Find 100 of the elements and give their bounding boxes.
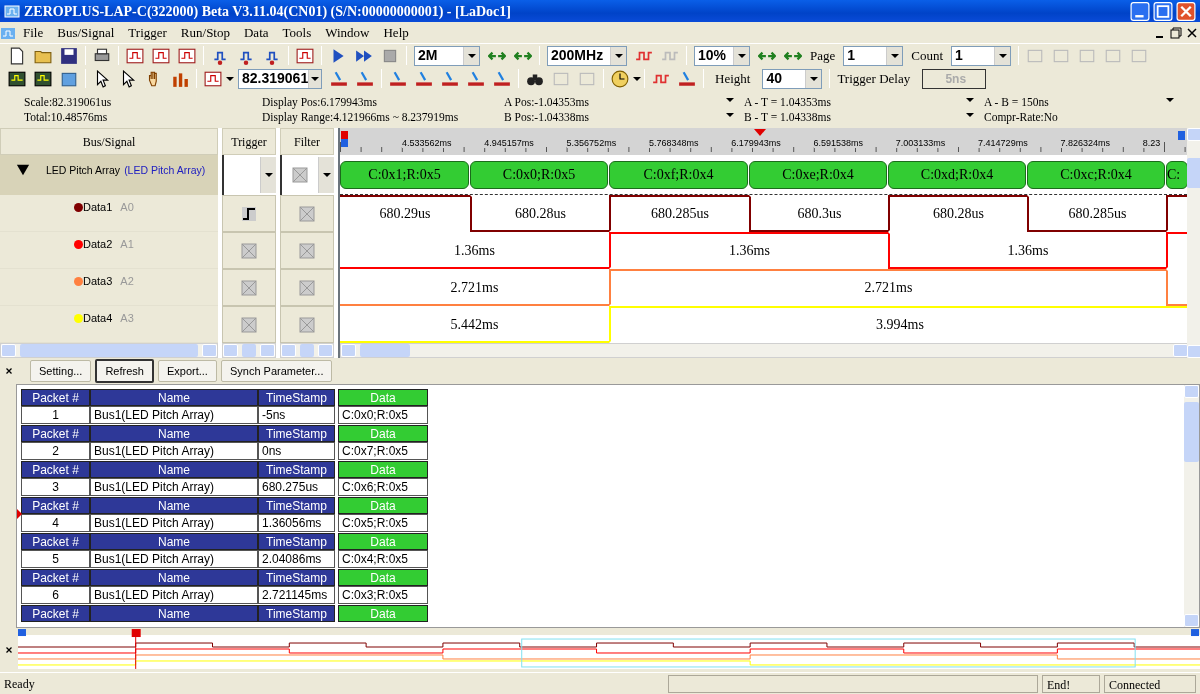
signal-segment: 680.3us xyxy=(749,195,888,232)
signal-name: Data1 xyxy=(83,200,113,215)
status-panel: End! xyxy=(1042,674,1100,693)
column-header: Packet # xyxy=(21,569,90,586)
signal-segment: 1.36ms xyxy=(888,232,1166,269)
table-cell: 3 xyxy=(21,478,90,496)
column-header: Bus/Signal xyxy=(0,128,218,155)
column-header: Name xyxy=(90,605,258,622)
signal-segment: 680.29us xyxy=(340,195,470,232)
column-header: Name xyxy=(90,533,258,550)
status-panel: Connected xyxy=(1104,674,1196,693)
scale-dropdown[interactable]: 82.319061 xyxy=(238,68,322,89)
bus-value-segment: C:0xd;R:0x4 xyxy=(888,160,1026,189)
column-header: TimeStamp xyxy=(258,533,335,550)
menu-item[interactable]: Tools xyxy=(275,21,319,44)
height-dropdown[interactable]: 40 xyxy=(762,68,823,89)
channel-label: A2 xyxy=(120,274,134,289)
page-label: Page xyxy=(810,46,836,65)
table-cell: 1 xyxy=(21,406,90,424)
table-cell: Bus1(LED Pitch Array) xyxy=(90,514,258,532)
tick-label: 5.768348ms xyxy=(648,138,699,148)
info-text: A Pos:-1.04353ms xyxy=(504,95,589,109)
menu-item[interactable]: Window xyxy=(318,21,377,44)
page-dropdown[interactable]: 1 xyxy=(843,45,904,66)
bus-alias: (LED Pitch Array) xyxy=(124,163,206,178)
column-header: Name xyxy=(90,497,258,514)
menu-item[interactable]: Data xyxy=(236,21,276,44)
bus-value-segment: C:0xe;R:0x4 xyxy=(749,160,887,189)
column-header: Name xyxy=(90,425,258,442)
channel-label: A1 xyxy=(120,237,134,252)
menu-item[interactable]: Bus/Signal xyxy=(50,21,122,44)
column-header: TimeStamp xyxy=(258,461,335,478)
table-cell: Bus1(LED Pitch Array) xyxy=(90,406,258,424)
signal-segment: 680.285us xyxy=(1027,195,1166,232)
column-header: TimeStamp xyxy=(258,425,335,442)
bus-value-segment: C: xyxy=(1166,160,1188,189)
menu-item[interactable]: File xyxy=(16,21,51,44)
info-text: B Pos:-1.04338ms xyxy=(504,110,589,124)
signal-segment: 1.36ms xyxy=(340,232,609,269)
column-header: Packet # xyxy=(21,497,90,514)
table-cell: C:0x4;R:0x5 xyxy=(338,550,428,568)
tick-label: 7.826324ms xyxy=(1060,138,1110,148)
signal-segment: 680.285us xyxy=(609,195,749,232)
bus-value-segment: C:0xc;R:0x4 xyxy=(1027,160,1165,189)
bus-value-segment: C:0x1;R:0x5 xyxy=(340,160,469,189)
count-label: Count xyxy=(911,46,944,65)
column-header: Packet # xyxy=(21,461,90,478)
column-header: Data xyxy=(338,569,428,586)
column-header: TimeStamp xyxy=(258,497,335,514)
column-header: Data xyxy=(338,425,428,442)
count-dropdown[interactable]: 1 xyxy=(951,45,1012,66)
column-header: Data xyxy=(338,533,428,550)
toolbar-button[interactable]: Export... xyxy=(157,359,217,383)
tick-label: 8.23 xyxy=(1142,138,1161,148)
info-text: Display Pos:6.179943ms xyxy=(262,95,377,109)
tick-label: 4.945157ms xyxy=(484,138,534,148)
tick-label: 7.003133ms xyxy=(895,138,946,148)
table-cell: C:0x6;R:0x5 xyxy=(338,478,428,496)
toolbar-button[interactable]: Refresh xyxy=(95,358,154,384)
status-text: Ready xyxy=(4,675,36,693)
info-text: Display Range:4.121966ms ~ 8.237919ms xyxy=(262,110,459,124)
column-header: TimeStamp xyxy=(258,569,335,586)
table-cell: C:0x7;R:0x5 xyxy=(338,442,428,460)
zoom-dropdown[interactable]: 10% xyxy=(694,45,750,66)
column-header: Packet # xyxy=(21,425,90,442)
tick-label: 5.356752ms xyxy=(566,138,617,148)
signal-segment: 1.36ms xyxy=(609,232,888,269)
signal-segment: 680.28us xyxy=(888,195,1027,232)
menu-item[interactable]: Run/Stop xyxy=(173,21,237,44)
table-cell: 2.04086ms xyxy=(258,550,335,568)
trigger-delay-label: Trigger Delay xyxy=(837,69,911,88)
bus-value-segment: C:0x0;R:0x5 xyxy=(470,160,608,189)
sample-rate-dropdown[interactable]: 200MHz xyxy=(547,45,627,66)
menu-item[interactable]: Help xyxy=(376,21,416,44)
column-header: Data xyxy=(338,461,428,478)
info-text: Compr-Rate:No xyxy=(984,110,1058,124)
table-cell: 1.36056ms xyxy=(258,514,335,532)
table-cell: Bus1(LED Pitch Array) xyxy=(90,586,258,604)
height-label: Height xyxy=(715,69,751,88)
column-header: Name xyxy=(90,461,258,478)
memory-depth-dropdown[interactable]: 2M xyxy=(414,45,480,66)
column-header: TimeStamp xyxy=(258,605,335,622)
table-cell: C:0x5;R:0x5 xyxy=(338,514,428,532)
signal-name: Data3 xyxy=(83,274,113,289)
table-cell: 0ns xyxy=(258,442,335,460)
table-cell: -5ns xyxy=(258,406,335,424)
info-text: Total:10.48576ms xyxy=(24,110,108,124)
table-cell: C:0x0;R:0x5 xyxy=(338,406,428,424)
column-header: Data xyxy=(338,605,428,622)
menu-item[interactable]: Trigger xyxy=(121,21,174,44)
table-cell: 2 xyxy=(21,442,90,460)
column-header: Trigger xyxy=(222,128,276,155)
toolbar-button[interactable]: Setting... xyxy=(30,359,92,383)
column-header: Filter xyxy=(280,128,334,155)
toolbar-button[interactable]: Synch Parameter... xyxy=(220,359,333,383)
table-cell: Bus1(LED Pitch Array) xyxy=(90,478,258,496)
table-cell: 4 xyxy=(21,514,90,532)
table-cell: 6 xyxy=(21,586,90,604)
bus-name: LED Pitch Array xyxy=(46,163,121,178)
info-text: A - B = 150ns xyxy=(984,95,1049,109)
